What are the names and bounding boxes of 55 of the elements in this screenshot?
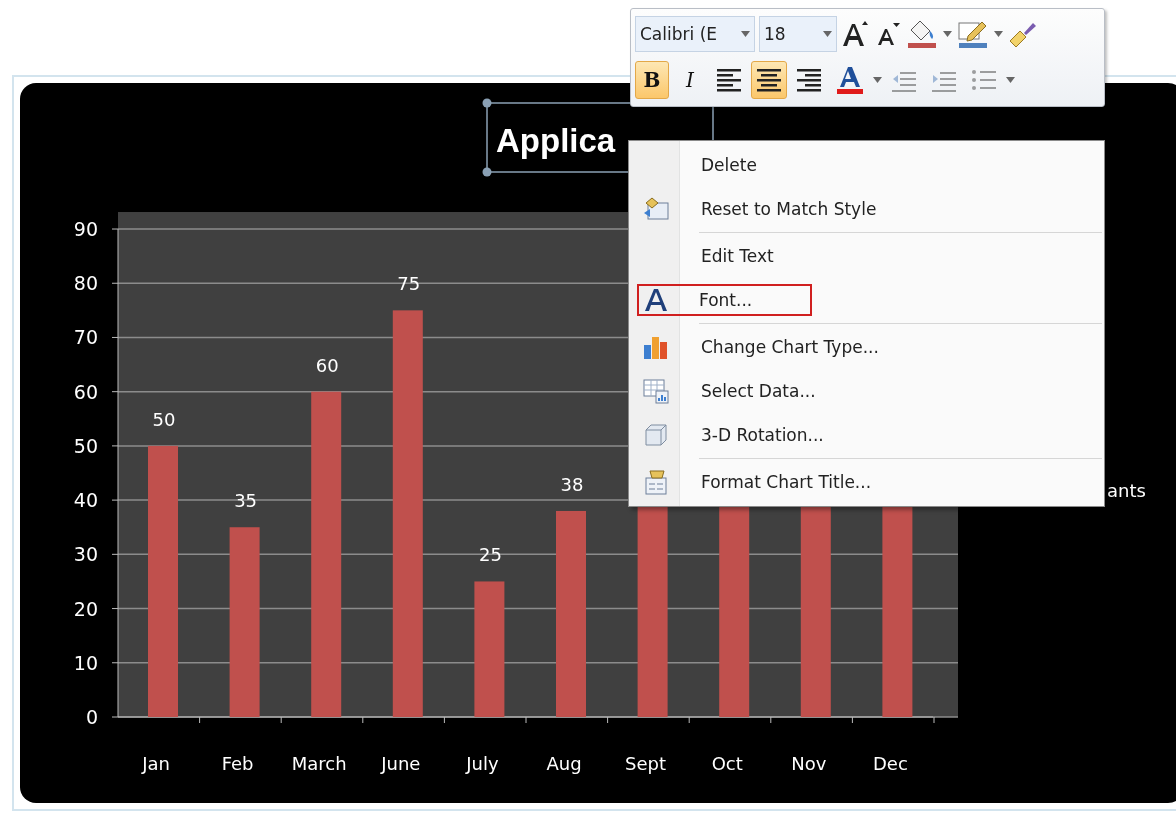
caret-icon — [823, 31, 832, 37]
y-tick-label: 0 — [85, 706, 98, 728]
y-tick-label: 60 — [73, 380, 98, 403]
font-icon — [643, 287, 669, 313]
data-label: 25 — [478, 544, 502, 566]
y-tick-label: 70 — [73, 326, 98, 349]
data-label: 50 — [152, 408, 176, 430]
align-center-icon — [755, 66, 783, 94]
data-table-icon — [642, 377, 670, 405]
cube-icon — [643, 422, 669, 448]
x-category-label: Oct — [711, 753, 743, 774]
data-label: 75 — [397, 273, 421, 295]
y-tick-label: 10 — [73, 651, 98, 674]
align-left-icon — [715, 66, 743, 94]
reset-style-icon — [642, 195, 670, 223]
x-category-label: Feb — [221, 753, 254, 774]
menu-item[interactable]: Format Chart Title... — [699, 466, 932, 498]
menu-item[interactable]: Font... — [637, 284, 813, 316]
font-color-icon — [835, 65, 865, 95]
y-tick-label: 90 — [73, 218, 98, 240]
data-label: 35 — [234, 490, 258, 512]
menu-item[interactable]: Reset to Match Style — [699, 193, 937, 225]
y-tick-label: 80 — [73, 272, 98, 295]
shrink-font-icon[interactable] — [875, 21, 901, 47]
y-tick-label: 50 — [73, 434, 98, 457]
format-title-icon — [642, 468, 670, 496]
paint-bucket-icon[interactable] — [905, 18, 939, 50]
x-category-label: Sept — [625, 753, 667, 774]
x-category-label: Jan — [142, 753, 170, 774]
menu-item[interactable]: Change Chart Type... — [699, 331, 939, 363]
y-tick-label: 20 — [73, 597, 98, 620]
menu-item[interactable]: Select Data... — [699, 375, 876, 407]
font-size-dropdown[interactable]: 18 — [759, 16, 837, 52]
menu-item[interactable]: Delete — [699, 149, 817, 181]
data-label: 60 — [315, 354, 339, 376]
legend-label: ants — [1107, 480, 1146, 501]
menu-item[interactable]: 3-D Rotation... — [699, 419, 884, 451]
x-category-label: Aug — [546, 753, 582, 774]
caret-icon — [994, 31, 1003, 37]
grow-font-icon[interactable] — [841, 20, 871, 48]
menu-item[interactable]: Edit Text — [699, 240, 834, 272]
x-category-label: March — [291, 753, 347, 774]
caret-icon — [943, 31, 952, 37]
x-category-label: July — [466, 753, 499, 774]
bold-button[interactable]: B — [635, 61, 669, 99]
align-center-button[interactable] — [751, 61, 787, 99]
x-category-label: Dec — [873, 753, 908, 774]
font-name-dropdown[interactable]: Calibri (E — [635, 16, 755, 52]
x-category-label: June — [381, 753, 421, 774]
caret-icon — [741, 31, 750, 37]
y-tick-label: 40 — [73, 489, 98, 512]
y-tick-label: 30 — [73, 543, 98, 566]
align-right-icon — [795, 66, 823, 94]
x-category-label: Nov — [791, 753, 827, 774]
data-label: 38 — [560, 473, 584, 495]
